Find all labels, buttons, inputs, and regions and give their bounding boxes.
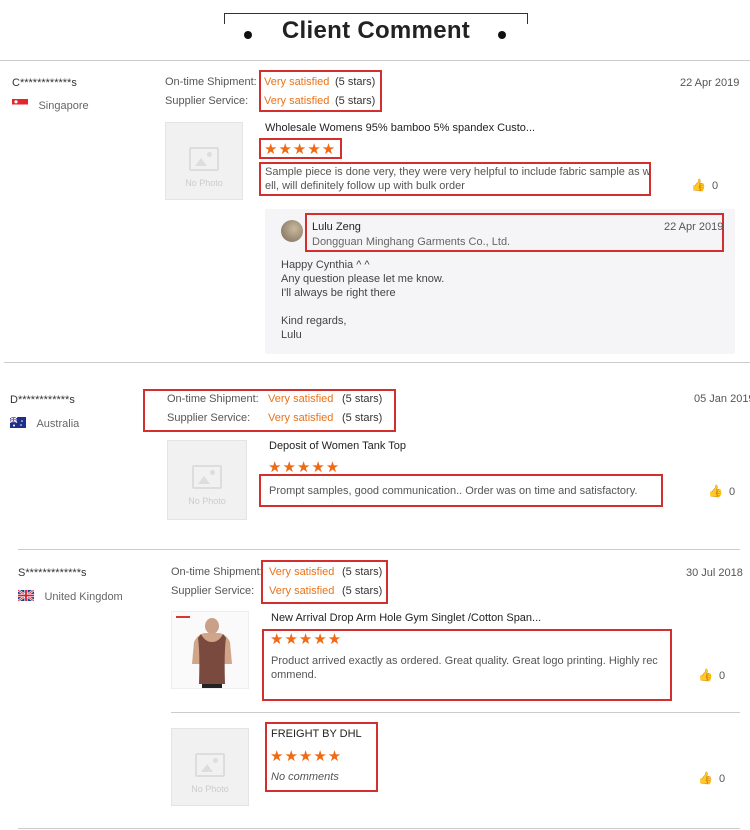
reviewer-name: S*************s <box>18 567 87 579</box>
review-comment: No comments <box>271 771 339 783</box>
ontime-rating: Very satisfied <box>269 566 335 578</box>
product-stars: ★★★★★ <box>268 459 341 476</box>
supplier-stars: (5 stars) <box>342 412 383 424</box>
review-date: 30 Jul 2018 <box>686 567 743 579</box>
flag-uk-icon <box>18 590 34 602</box>
product-image[interactable]: No Photo <box>171 728 249 806</box>
like-count: 0 <box>711 180 719 192</box>
flag-australia-icon <box>10 417 26 429</box>
divider <box>18 828 740 829</box>
reviewer-country: Australia <box>10 414 79 432</box>
reviewer-country: Singapore <box>12 96 89 114</box>
product-stars: ★★★★★ <box>270 748 343 765</box>
product-title[interactable]: Deposit of Women Tank Top <box>269 440 406 452</box>
comment-line: ell, will definitely follow up with bulk… <box>265 180 465 192</box>
reply-line: Happy Cynthia ^ ^ <box>281 259 370 271</box>
thumbs-up-icon: 👍 <box>698 771 713 785</box>
country-label: Australia <box>36 418 80 430</box>
no-photo-icon <box>195 753 225 777</box>
ontime-label: On-time Shipment: <box>167 393 259 405</box>
like-button[interactable]: 👍 0 <box>698 771 725 785</box>
divider <box>4 362 750 363</box>
product-image[interactable]: No Photo <box>165 122 243 200</box>
no-photo-icon <box>189 147 219 171</box>
avatar <box>281 220 303 242</box>
no-photo-icon <box>192 465 222 489</box>
ontime-stars: (5 stars) <box>335 76 376 88</box>
like-count: 0 <box>718 670 726 682</box>
no-photo-label: No Photo <box>191 784 229 794</box>
comment-line: Sample piece is done very, they were ver… <box>265 166 651 178</box>
product-image[interactable] <box>171 611 249 689</box>
page-title: Client Comment <box>281 17 471 44</box>
thumbs-up-icon: 👍 <box>708 484 723 498</box>
reviewer-country: United Kingdom <box>18 587 123 605</box>
like-button[interactable]: 👍 0 <box>708 484 735 498</box>
reply-spacer <box>281 300 444 314</box>
reply-line: Any question please let me know. <box>281 273 445 285</box>
supplier-stars: (5 stars) <box>342 585 383 597</box>
country-label: Singapore <box>38 100 89 112</box>
no-photo-label: No Photo <box>188 496 226 506</box>
thumbs-up-icon: 👍 <box>698 668 713 682</box>
supplier-label: Supplier Service: <box>171 585 255 597</box>
review-date: 22 Apr 2019 <box>680 77 740 89</box>
ontime-stars: (5 stars) <box>342 566 383 578</box>
reply-line: I'll always be right there <box>281 287 396 299</box>
product-title[interactable]: New Arrival Drop Arm Hole Gym Singlet /C… <box>271 612 541 624</box>
supplier-label: Supplier Service: <box>165 95 249 107</box>
flag-singapore-icon <box>12 99 28 111</box>
supplier-stars: (5 stars) <box>335 95 376 107</box>
supplier-rating: Very satisfied <box>268 412 334 424</box>
like-count: 0 <box>718 773 726 785</box>
ontime-stars: (5 stars) <box>342 393 383 405</box>
divider <box>18 549 740 550</box>
ontime-label: On-time Shipment: <box>165 76 257 88</box>
reply-line: Kind regards, <box>281 315 347 327</box>
product-title[interactable]: Wholesale Womens 95% bamboo 5% spandex C… <box>265 122 535 134</box>
reply-body: Happy Cynthia ^ ^ Any question please le… <box>281 258 444 342</box>
reply-author: Lulu Zeng <box>312 221 361 233</box>
reviewer-name: C************s <box>12 77 77 89</box>
like-button[interactable]: 👍 0 <box>691 178 718 192</box>
ontime-label: On-time Shipment: <box>171 566 263 578</box>
divider <box>0 60 750 61</box>
thumbs-up-icon: 👍 <box>691 178 706 192</box>
tank-top-photo <box>172 612 248 688</box>
product-title[interactable]: FREIGHT BY DHL <box>271 728 362 740</box>
like-count: 0 <box>728 486 736 498</box>
product-stars: ★★★★★ <box>264 141 337 158</box>
like-button[interactable]: 👍 0 <box>698 668 725 682</box>
reviewer-name: D************s <box>10 394 75 406</box>
comment-line: Product arrived exactly as ordered. Grea… <box>271 655 658 667</box>
reply-line: Lulu <box>281 329 302 341</box>
supplier-rating: Very satisfied <box>264 95 330 107</box>
no-photo-label: No Photo <box>185 178 223 188</box>
product-image[interactable]: No Photo <box>167 440 247 520</box>
comment-line: ommend. <box>271 669 317 681</box>
review-comment: Sample piece is done very, they were ver… <box>265 165 651 193</box>
country-label: United Kingdom <box>44 591 123 603</box>
review-comment: Prompt samples, good communication.. Ord… <box>269 485 638 497</box>
divider <box>171 712 740 713</box>
ontime-rating: Very satisfied <box>264 76 330 88</box>
review-comment: Product arrived exactly as ordered. Grea… <box>271 654 658 682</box>
reply-company: Dongguan Minghang Garments Co., Ltd. <box>312 236 511 248</box>
review-date: 05 Jan 2019 <box>694 393 750 405</box>
supplier-rating: Very satisfied <box>269 585 335 597</box>
reply-date: 22 Apr 2019 <box>664 221 724 233</box>
product-stars: ★★★★★ <box>270 631 343 648</box>
ontime-rating: Very satisfied <box>268 393 334 405</box>
supplier-label: Supplier Service: <box>167 412 251 424</box>
